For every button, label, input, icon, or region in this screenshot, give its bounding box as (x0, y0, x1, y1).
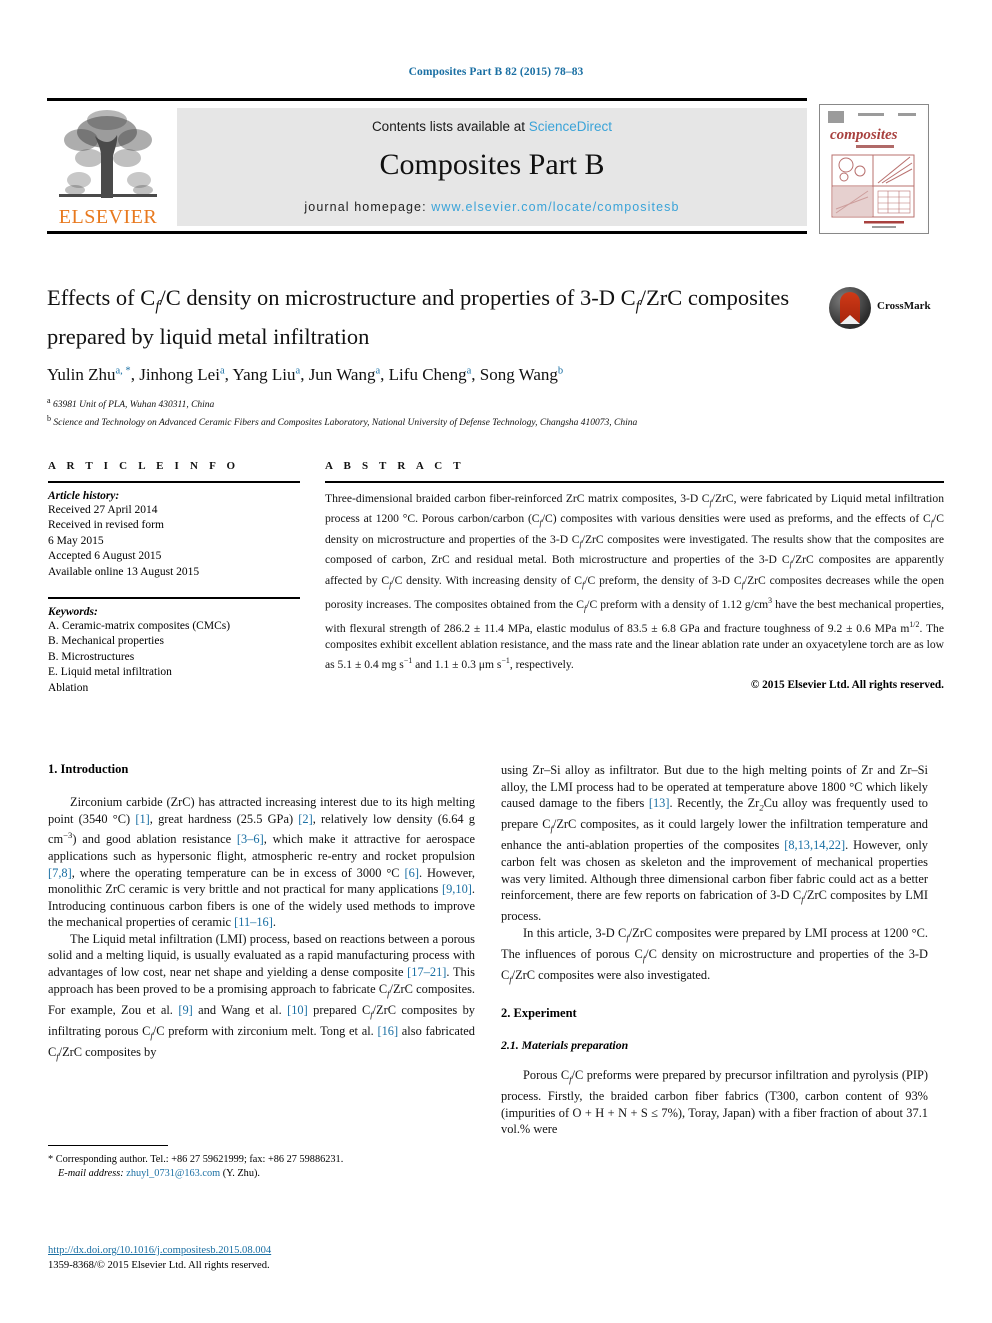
author-affiliation-marker: b (557, 364, 564, 376)
elsevier-tree-icon (55, 106, 161, 204)
article-history-lines: Received 27 April 2014 Received in revise… (48, 503, 300, 580)
journal-cover-art: composites (820, 105, 926, 231)
article-history-item: 6 May 2015 (48, 534, 104, 547)
journal-masthead: ELSEVIER Contents lists available at Sci… (47, 98, 945, 234)
elsevier-tree-svg (59, 110, 157, 198)
abstract-text: Three-dimensional braided carbon fiber-r… (325, 491, 944, 673)
keywords-label: Keywords: (48, 606, 98, 619)
abstract-copyright: © 2015 Elsevier Ltd. All rights reserved… (750, 679, 944, 692)
page-title: Effects of Cf/C density on microstructur… (47, 283, 817, 352)
journal-homepage-line: journal homepage: www.elsevier.com/locat… (177, 200, 807, 214)
email-link[interactable]: zhuyl_0731@163.com (126, 1168, 220, 1179)
author-name: Lifu Cheng (388, 364, 467, 384)
author-name: Jun Wang (308, 364, 376, 384)
email-suffix: (Y. Zhu). (222, 1168, 260, 1179)
author-affiliation-marker: a, * (115, 364, 131, 376)
author-name: Song Wang (479, 364, 558, 384)
homepage-url-link[interactable]: www.elsevier.com/locate/compositesb (431, 200, 679, 214)
abstract-rule (325, 481, 944, 483)
abstract-paragraph: Three-dimensional braided carbon fiber-r… (325, 492, 944, 672)
masthead-top-rule (47, 98, 807, 101)
email-label: E-mail address: (58, 1168, 124, 1179)
issn-copyright-line: 1359-8368/© 2015 Elsevier Ltd. All right… (48, 1259, 270, 1271)
doi-block: http://dx.doi.org/10.1016/j.compositesb.… (48, 1244, 548, 1273)
body-paragraph: In this article, 3-D Cf/ZrC composites w… (501, 925, 929, 985)
abstract-heading: A B S T R A C T (325, 460, 465, 472)
keyword-item: B. Microstructures (48, 650, 135, 663)
keywords-lines: A. Ceramic-matrix composites (CMCs) B. Me… (48, 619, 300, 696)
article-history-item: Received in revised form (48, 519, 164, 532)
keyword-item: E. Liquid metal infiltration (48, 666, 172, 679)
abstract-block: A B S T R A C T Three-dimensional braide… (325, 460, 944, 691)
body-paragraph: Porous Cf/C preforms were prepared by pr… (501, 1067, 928, 1137)
article-info-rule (48, 481, 300, 483)
article-history-item: Accepted 6 August 2015 (48, 550, 162, 563)
keyword-item: B. Mechanical properties (48, 635, 164, 648)
keyword-item: Ablation (48, 681, 89, 694)
article-history-label: Article history: (48, 490, 120, 502)
subsection-heading-materials-preparation: 2.1. Materials preparation (501, 1037, 629, 1052)
author-name: Yulin Zhu (47, 364, 116, 384)
title-part-2: /C density on microstructure and propert… (159, 285, 636, 310)
journal-title: Composites Part B (379, 148, 605, 181)
footnote-text: * Corresponding author. Tel.: +86 27 596… (48, 1153, 475, 1181)
title-part-3: /ZrC (639, 285, 683, 310)
author-name: Jinhong Lei (139, 364, 220, 384)
affiliation-list: a 63981 Unit of PLA, Wuhan 430311, China… (47, 394, 945, 430)
article-history-item: Available online 13 August 2015 (48, 565, 200, 578)
crossmark-badge[interactable]: CrossMark (829, 287, 937, 329)
journal-cover-thumbnail: composites (819, 104, 929, 234)
keywords-rule (48, 597, 300, 600)
author-affiliation-marker: a (466, 364, 472, 376)
sciencedirect-link[interactable]: ScienceDirect (529, 119, 612, 134)
author-affiliation-marker: a (295, 364, 301, 376)
svg-text:composites: composites (830, 127, 898, 143)
title-block: CrossMark Effects of Cf/C density on mic… (47, 283, 945, 430)
intro-paragraphs-continued: using Zr–Si alloy as infiltrator. But du… (501, 762, 928, 988)
author-list: Yulin Zhua, *, Jinhong Leia, Yang Liua, … (47, 364, 564, 384)
body-column-right: using Zr–Si alloy as infiltrator. But du… (501, 762, 928, 1138)
body-paragraph: Zirconium carbide (ZrC) has attracted in… (48, 795, 475, 930)
elsevier-logo: ELSEVIER (49, 106, 167, 231)
crossmark-notch-shape (840, 315, 860, 324)
article-info-block: A R T I C L E I N F O Article history: R… (48, 460, 300, 696)
doi-link[interactable]: http://dx.doi.org/10.1016/j.compositesb.… (48, 1244, 548, 1259)
author-affiliation-marker: a (219, 364, 225, 376)
section-heading-introduction: 1. Introduction (48, 762, 129, 776)
article-info-heading: A R T I C L E I N F O (48, 460, 240, 472)
crossmark-label: CrossMark (877, 300, 931, 312)
contents-available-line: Contents lists available at ScienceDirec… (177, 119, 807, 134)
affiliation-line: b Science and Technology on Advanced Cer… (47, 413, 638, 428)
body-column-left: 1. Introduction Zirconium carbide (ZrC) … (48, 762, 475, 1065)
masthead-bottom-rule (47, 231, 807, 234)
crossmark-icon (829, 287, 871, 329)
intro-paragraphs: Zirconium carbide (ZrC) has attracted in… (48, 794, 475, 1065)
contents-prefix: Contents lists available at (371, 119, 529, 134)
author-affiliation-marker: a (375, 364, 381, 376)
body-paragraph: using Zr–Si alloy as infiltrator. But du… (501, 763, 929, 924)
footnote-rule (48, 1145, 168, 1146)
affiliation-marker: b (47, 413, 52, 423)
email-line: E-mail address: zhuyl_0731@163.com (Y. Z… (48, 1167, 475, 1181)
masthead-grey-band: Contents lists available at ScienceDirec… (177, 108, 807, 226)
section-heading-experiment: 2. Experiment (501, 1005, 577, 1020)
author-name: Yang Liu (232, 364, 296, 384)
paper-page: Composites Part B 82 (2015) 78–83 ELSEVI… (0, 0, 992, 1323)
keyword-item: A. Ceramic-matrix composites (CMCs) (48, 620, 231, 633)
title-part-1: Effects of C (47, 285, 156, 310)
experiment-paragraphs: Porous Cf/C preforms were prepared by pr… (501, 1067, 928, 1138)
affiliation-line: a 63981 Unit of PLA, Wuhan 430311, China (47, 395, 215, 410)
homepage-label: journal homepage: (304, 200, 432, 214)
affiliation-marker: a (47, 395, 51, 405)
corresponding-author-footnote: * Corresponding author. Tel.: +86 27 596… (48, 1145, 475, 1181)
article-history-item: Received 27 April 2014 (48, 504, 158, 516)
elsevier-wordmark: ELSEVIER (58, 206, 158, 228)
corresponding-author-line: * Corresponding author. Tel.: +86 27 596… (48, 1154, 344, 1165)
running-head: Composites Part B 82 (2015) 78–83 (408, 66, 584, 78)
body-paragraph: The Liquid metal infiltration (LMI) proc… (48, 931, 476, 1062)
